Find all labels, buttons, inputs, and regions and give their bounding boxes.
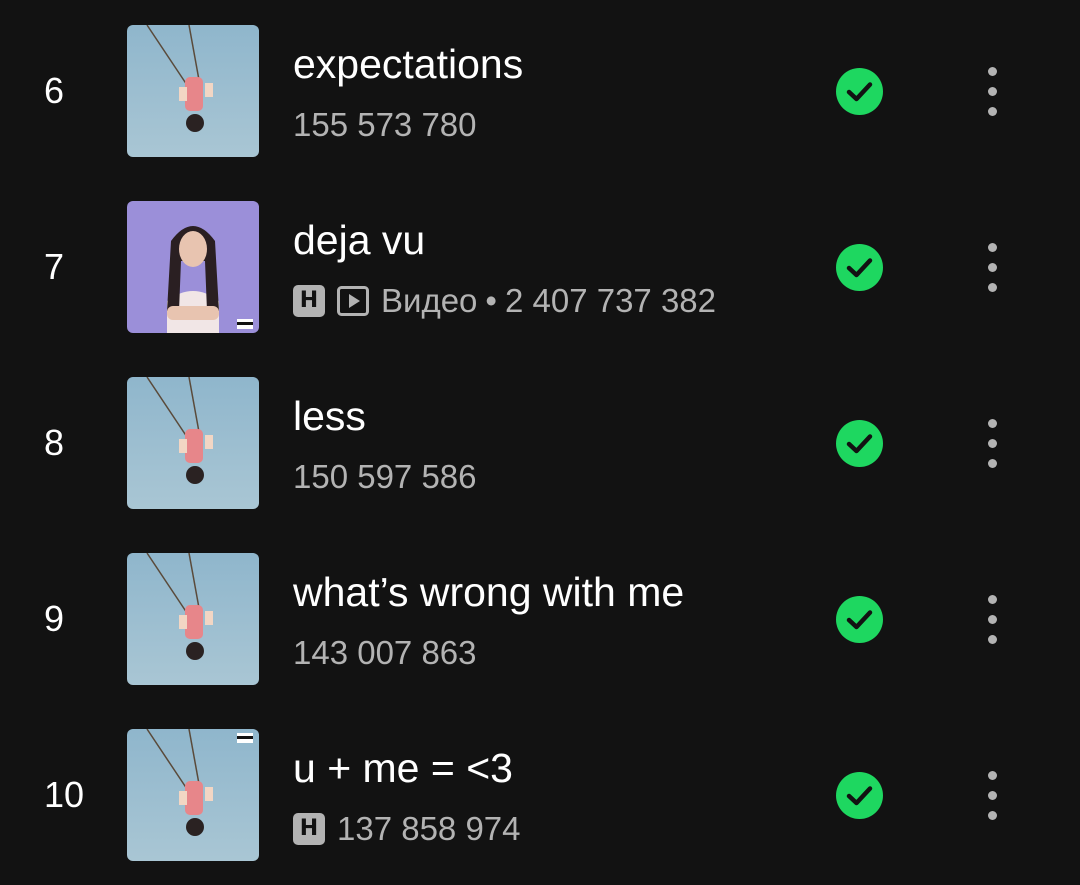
play-count: 2 407 737 382 — [504, 282, 717, 319]
explicit-badge: Н — [293, 813, 325, 845]
more-vertical-icon — [988, 459, 997, 468]
more-vertical-icon — [988, 67, 997, 76]
track-rank: 8 — [44, 422, 65, 463]
play-count: 137 858 974 — [337, 810, 521, 847]
track-list: 6 expectations 155 573 780 7 deja vu Н В… — [0, 0, 1080, 885]
separator-dot: • — [485, 282, 497, 319]
album-cover — [127, 201, 259, 333]
track-title: deja vu — [293, 217, 426, 263]
play-count: 143 007 863 — [293, 634, 477, 671]
track-title: what’s wrong with me — [293, 569, 685, 615]
track-title: less — [293, 393, 366, 439]
track-row[interactable]: 6 expectations 155 573 780 — [0, 25, 1080, 157]
more-vertical-icon — [988, 615, 997, 624]
downloaded-check-icon[interactable] — [836, 772, 883, 819]
more-vertical-icon — [988, 439, 997, 448]
track-row[interactable]: 9 what’s wrong with me 143 007 863 — [0, 553, 1080, 685]
track-row[interactable]: 7 deja vu Н Видео • 2 407 737 382 — [0, 201, 1080, 333]
play-count: 155 573 780 — [293, 106, 477, 143]
track-rank: 7 — [44, 246, 65, 287]
track-row[interactable]: 10 u + me = <3 Н 137 858 974 — [0, 729, 1080, 861]
play-count: 150 597 586 — [293, 458, 477, 495]
downloaded-check-icon[interactable] — [836, 68, 883, 115]
track-rank: 9 — [44, 598, 65, 639]
downloaded-check-icon[interactable] — [836, 420, 883, 467]
track-meta: 143 007 863 — [293, 633, 477, 673]
track-meta: Н 137 858 974 — [293, 809, 521, 849]
album-cover — [127, 377, 259, 509]
more-options-button[interactable] — [972, 61, 1012, 121]
more-vertical-icon — [988, 107, 997, 116]
downloaded-check-icon[interactable] — [836, 244, 883, 291]
more-vertical-icon — [988, 419, 997, 428]
track-meta: 155 573 780 — [293, 105, 477, 145]
more-options-button[interactable] — [972, 589, 1012, 649]
video-label: Видео — [381, 282, 478, 319]
more-vertical-icon — [988, 263, 997, 272]
track-rank: 6 — [44, 70, 65, 111]
more-vertical-icon — [988, 243, 997, 252]
more-vertical-icon — [988, 595, 997, 604]
track-title: expectations — [293, 41, 524, 87]
more-vertical-icon — [988, 771, 997, 780]
track-row[interactable]: 8 less 150 597 586 — [0, 377, 1080, 509]
track-meta: 150 597 586 — [293, 457, 477, 497]
more-vertical-icon — [988, 811, 997, 820]
video-play-icon — [337, 285, 369, 317]
more-options-button[interactable] — [972, 413, 1012, 473]
album-cover — [127, 25, 259, 157]
album-cover — [127, 553, 259, 685]
explicit-badge: Н — [293, 285, 325, 317]
more-options-button[interactable] — [972, 237, 1012, 297]
track-rank: 10 — [44, 774, 85, 815]
more-vertical-icon — [988, 791, 997, 800]
more-options-button[interactable] — [972, 765, 1012, 825]
downloaded-check-icon[interactable] — [836, 596, 883, 643]
track-title: u + me = <3 — [293, 745, 513, 791]
more-vertical-icon — [988, 283, 997, 292]
more-vertical-icon — [988, 87, 997, 96]
track-meta: Н Видео • 2 407 737 382 — [293, 281, 716, 321]
more-vertical-icon — [988, 635, 997, 644]
album-cover — [127, 729, 259, 861]
